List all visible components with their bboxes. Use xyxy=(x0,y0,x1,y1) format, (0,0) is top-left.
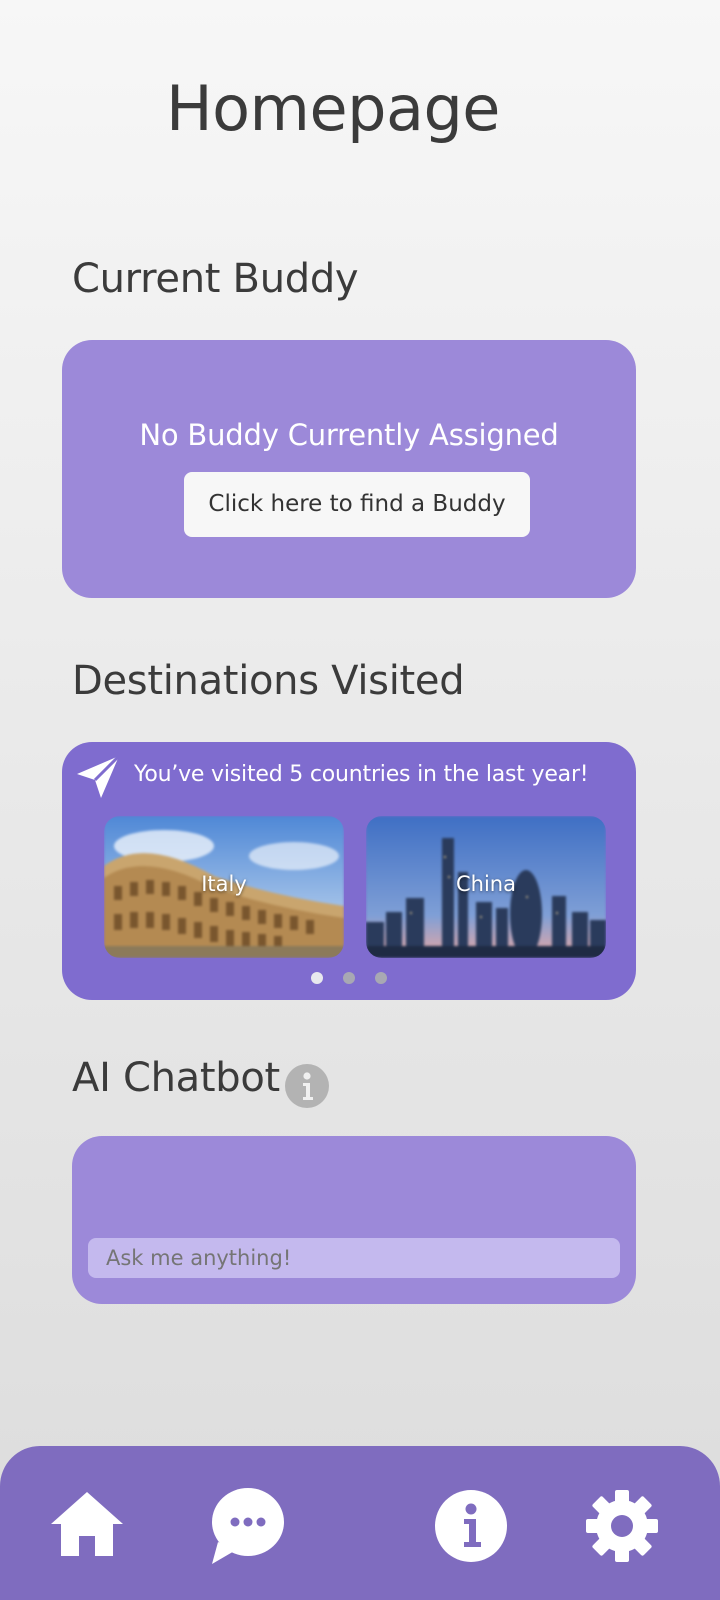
pagination-dot[interactable] xyxy=(311,972,323,984)
destination-tile-italy[interactable]: Italy xyxy=(104,816,344,958)
destination-label-china: China xyxy=(456,872,516,896)
home-icon xyxy=(51,1492,123,1556)
pagination-dot[interactable] xyxy=(375,972,387,984)
info-icon[interactable] xyxy=(284,1063,330,1109)
current-buddy-heading: Current Buddy xyxy=(72,256,359,302)
info-icon xyxy=(435,1490,507,1562)
paper-plane-icon xyxy=(77,754,121,798)
gear-icon xyxy=(586,1490,658,1562)
nav-home-button[interactable] xyxy=(47,1486,127,1566)
destinations-heading: Destinations Visited xyxy=(72,658,465,704)
nav-settings-button[interactable] xyxy=(582,1486,662,1566)
find-buddy-button[interactable]: Click here to find a Buddy xyxy=(184,472,530,537)
visited-summary: You’ve visited 5 countries in the last y… xyxy=(134,762,589,787)
bottom-navigation xyxy=(0,1446,720,1600)
destination-tile-china[interactable]: China xyxy=(366,816,606,958)
nav-chat-button[interactable] xyxy=(208,1486,288,1566)
ai-chatbot-card xyxy=(72,1136,636,1304)
pagination-dot[interactable] xyxy=(343,972,355,984)
no-buddy-message: No Buddy Currently Assigned xyxy=(139,418,559,452)
current-buddy-card: No Buddy Currently Assigned Click here t… xyxy=(62,340,636,598)
carousel-pagination xyxy=(62,972,636,984)
page-title: Homepage xyxy=(166,72,500,145)
ai-chatbot-heading: AI Chatbot xyxy=(72,1055,280,1101)
chat-bubble-icon xyxy=(212,1488,284,1564)
destinations-carousel: You’ve visited 5 countries in the last y… xyxy=(62,742,636,1000)
chatbot-input[interactable] xyxy=(88,1238,620,1278)
destination-label-italy: Italy xyxy=(201,872,247,896)
nav-info-button[interactable] xyxy=(431,1486,511,1566)
